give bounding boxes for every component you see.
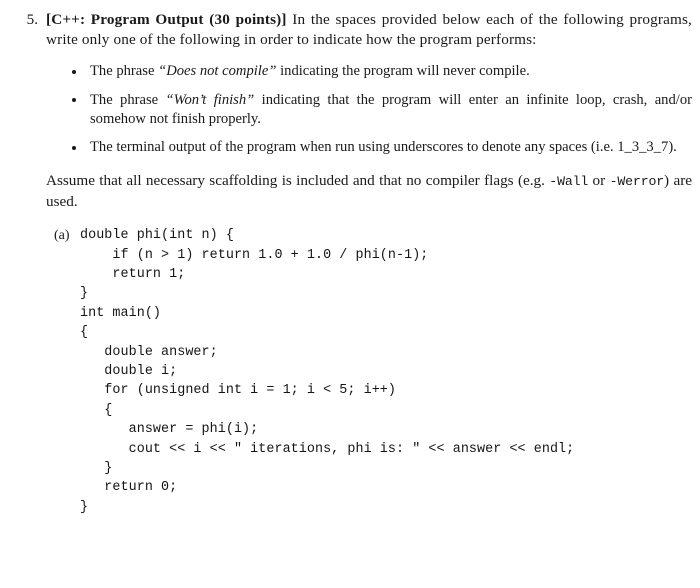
choice-wont-finish: The phrase “Won’t finish” indicating tha… — [72, 91, 692, 130]
code-block: double phi(int n) { if (n > 1) return 1.… — [80, 228, 575, 515]
problem-number: 5. — [26, 11, 38, 28]
choices-list: The phrase “Does not compile” indicating… — [46, 62, 692, 157]
code-listing-a: (a) double phi(int n) { if (n > 1) retur… — [46, 226, 692, 517]
assume-paragraph: Assume that all necessary scaffolding is… — [46, 171, 692, 212]
choice-lead-text: The phrase — [90, 63, 159, 80]
choice-lead-text: The phrase — [90, 91, 166, 108]
problem-body: [C++: Program Output (30 points)] In the… — [46, 10, 692, 517]
assume-text-part1: Assume that all necessary scaffolding is… — [46, 172, 550, 190]
document-page: 5. [C++: Program Output (30 points)] In … — [0, 0, 700, 588]
choice-lead-text: The terminal output of the program when … — [90, 139, 677, 156]
bullet-icon — [72, 70, 76, 75]
choice-tail-text: indicating the program will never compil… — [276, 63, 530, 80]
compiler-flag-wall: -Wall — [549, 174, 589, 190]
choice-quoted-phrase: “Does not compile” — [158, 63, 277, 80]
problem-title: C++: Program Output (30 points) — [51, 11, 282, 28]
problem-5: 5. [C++: Program Output (30 points)] In … — [8, 10, 692, 517]
bullet-icon — [72, 145, 76, 150]
bullet-icon — [72, 98, 76, 103]
choice-does-not-compile: The phrase “Does not compile” indicating… — [72, 62, 692, 81]
assume-text-part2: or — [588, 172, 610, 190]
problem-intro-paragraph: [C++: Program Output (30 points)] In the… — [46, 10, 692, 50]
choice-terminal-output: The terminal output of the program when … — [72, 138, 692, 157]
compiler-flag-werror: -Werror — [609, 174, 665, 190]
listing-label: (a) — [54, 228, 70, 244]
choice-quoted-phrase: “Won’t finish” — [165, 91, 255, 108]
